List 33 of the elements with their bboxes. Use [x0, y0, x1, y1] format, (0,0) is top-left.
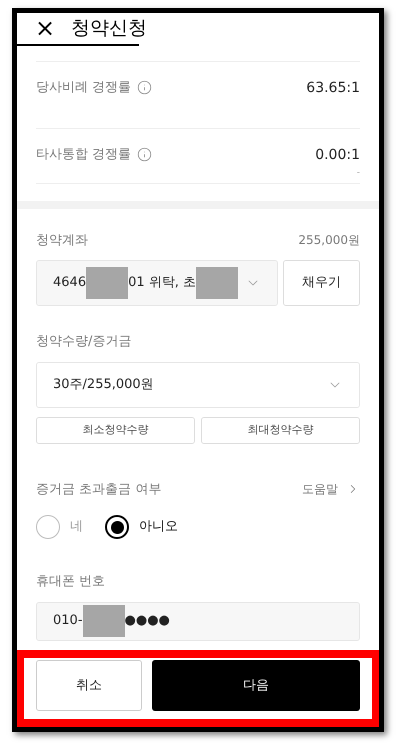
phone-value: ●●●● — [124, 612, 170, 630]
account-value: 4646 — [53, 274, 86, 292]
radio-button[interactable] — [36, 515, 60, 540]
redaction-block — [82, 605, 125, 638]
cancel-button[interactable]: 취소 — [36, 660, 142, 711]
rate-label: 당사비례 경쟁률 — [36, 78, 132, 97]
radio-option[interactable]: 아니오 — [105, 515, 178, 540]
section-label: 휴대폰 번호 — [36, 573, 106, 592]
redaction-block — [86, 267, 128, 300]
account-select[interactable]: 4646 01 위탁, 초 — [36, 260, 278, 306]
quantity-preset-button[interactable]: 최대청약수량 — [201, 416, 360, 444]
section-label: 증거금 초과출금 여부 — [36, 480, 162, 499]
phone-field[interactable]: 010- ●●●● — [36, 602, 360, 641]
quantity-select[interactable]: 30주/255,000원 — [36, 362, 360, 408]
help-link[interactable]: 도움말 — [302, 480, 338, 498]
section-label: 청약수량/증거금 — [36, 333, 132, 352]
redaction-block — [196, 267, 238, 300]
phone-value: 010- — [53, 612, 83, 630]
section-label: 청약계좌 — [36, 232, 88, 250]
rate-label: 타사통합 경쟁률 — [36, 146, 132, 164]
fill-button[interactable]: 채우기 — [283, 260, 360, 306]
close-button[interactable]: × — [35, 16, 56, 40]
account-value: 01 위탁, 초 — [128, 274, 196, 292]
info-icon[interactable] — [137, 80, 152, 96]
radio-button[interactable] — [105, 515, 129, 540]
page-title: 청약신청 — [71, 16, 148, 42]
info-icon[interactable] — [137, 147, 152, 162]
rate-value: 63.65:1 — [306, 78, 360, 98]
rate-value: 0.00:1 — [315, 146, 360, 165]
rate-note: - — [356, 166, 360, 179]
account-amount: 255,000원 — [298, 232, 360, 250]
quantity-preset-button[interactable]: 최소청약수량 — [36, 416, 195, 444]
next-button[interactable]: 다음 — [152, 660, 360, 711]
